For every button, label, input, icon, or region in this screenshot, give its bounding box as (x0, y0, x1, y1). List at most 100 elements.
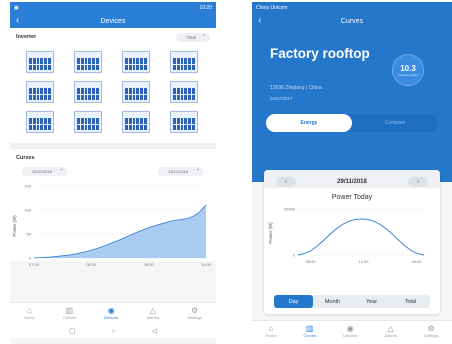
chart-icon: ▥ (305, 324, 314, 333)
home-icon: ⌂ (27, 306, 32, 315)
x-tick-label: 16:00 (411, 259, 422, 264)
y-tick-label: 50 (27, 232, 32, 237)
gear-icon: ⚙ (427, 324, 435, 333)
energy-compare-toggle: Energy Compare (266, 114, 438, 132)
nav-label: Settings (423, 333, 439, 338)
solar-panel-tile[interactable] (170, 81, 198, 103)
y-tick-label: 0 (29, 256, 32, 261)
solar-panel-tile[interactable] (122, 81, 150, 103)
gear-icon: ⚙ (191, 306, 199, 315)
home-circle-icon[interactable]: ○ (112, 328, 116, 335)
solar-panel-tile[interactable] (122, 51, 150, 73)
solar-panel-tile[interactable] (122, 111, 150, 133)
plant-address: 12696 Zhejiang | China (270, 85, 322, 91)
panel-cells (29, 88, 51, 100)
y-axis-label: Power (W) (268, 222, 273, 244)
curves-title: Curves (16, 155, 35, 161)
bottom-nav: ⌂ Home ▥ Curves ◉ Devices △ Alarms ⚙ Settings (252, 320, 452, 344)
status-bar: China Unicom (252, 2, 452, 14)
page-title: Curves (340, 17, 364, 25)
status-bar: ▣ 10:20 (10, 2, 216, 14)
solar-panel-tile[interactable] (26, 111, 54, 133)
start-date-picker[interactable]: 11/20/2018 (22, 166, 68, 176)
y-tick-label: 100 (24, 208, 31, 213)
device-icon: ◉ (346, 324, 354, 333)
solar-panel-tile[interactable] (74, 51, 102, 73)
curves-section: Curves 11/20/2018 11/21/2018 Power (W) 15… (10, 149, 216, 267)
nav-item-alarms[interactable]: △ Alarms (384, 324, 396, 344)
devices-screen: ▣ 10:20 ‹ Devices Inverter Total Curves … (10, 2, 216, 344)
solar-panel-tile[interactable] (26, 81, 54, 103)
section-title: Inverter (16, 34, 37, 40)
nav-label: Settings (187, 315, 202, 320)
power-today-chart: Power (W) 20000 0 08:00 12:00 16:00 (268, 207, 425, 264)
nav-label: Home (24, 315, 35, 320)
panel-cells (173, 118, 195, 130)
nav-item-alarms[interactable]: △ Alarms (147, 306, 159, 324)
nav-item-settings[interactable]: ⚙ Settings (424, 324, 438, 344)
nav-item-curves[interactable]: ▥ Curves (63, 306, 76, 324)
panel-cells (173, 58, 195, 70)
tab-total[interactable]: Total (391, 295, 430, 308)
power-chart: Power (W) 150 100 50 007:00 08:00 09:00 10:00 (12, 184, 212, 268)
nav-label: Curves (303, 333, 316, 338)
panel-cells (125, 58, 147, 70)
nav-label: Home (265, 333, 277, 338)
plant-date: 04/27/2017 (270, 96, 293, 101)
back-triangle-icon[interactable]: ◁ (152, 327, 157, 335)
energy-tab[interactable]: Energy (266, 114, 352, 132)
tab-month[interactable]: Month (313, 295, 352, 308)
nav-label: Alarms (146, 315, 160, 320)
nav-item-home[interactable]: ⌂ Home (266, 324, 277, 344)
x-tick-label: 09:00 (144, 262, 155, 267)
filter-dropdown[interactable]: Total (176, 32, 210, 42)
solar-panel-tile[interactable] (74, 81, 102, 103)
nav-item-devices[interactable]: ◉ Devices (343, 324, 357, 344)
y-tick-label: 20000 (284, 207, 296, 212)
chart-title: Power Today (331, 194, 373, 201)
selected-date: 29/11/2018 (337, 178, 367, 185)
alarm-icon: △ (149, 306, 156, 315)
y-tick-label: 150 (24, 184, 31, 189)
nav-item-devices[interactable]: ◉ Devices (104, 306, 118, 324)
series-line (297, 218, 425, 256)
compare-tab[interactable]: Compare (352, 114, 438, 132)
recent-apps-icon[interactable]: ▢ (69, 327, 76, 335)
carrier-label: China Unicom (256, 5, 288, 11)
x-tick-label: 08:00 (86, 262, 97, 267)
notification-icon: ▣ (14, 5, 19, 11)
prev-date-button[interactable]: ‹ (276, 176, 296, 187)
solar-panel-tile[interactable] (74, 111, 102, 133)
nav-label: Devices (343, 333, 358, 338)
nav-item-curves[interactable]: ▥ Curves (303, 324, 316, 344)
solar-panel-tile[interactable] (170, 51, 198, 73)
nav-label: Curves (63, 315, 76, 320)
nav-item-settings[interactable]: ⚙ Settings (187, 306, 201, 324)
back-arrow-icon[interactable]: ‹ (16, 15, 19, 27)
panel-cells (29, 58, 51, 70)
page-title: Devices (100, 17, 126, 25)
app-header: ‹ Devices (10, 14, 216, 28)
nav-item-home[interactable]: ⌂ Home (24, 306, 35, 324)
solar-panel-tile[interactable] (170, 111, 198, 133)
solar-panel-tile[interactable] (26, 51, 54, 73)
system-nav: ▢ ○ ◁ (10, 324, 216, 338)
series-area (34, 205, 206, 258)
panel-cells (29, 118, 51, 130)
panel-cells (125, 118, 147, 130)
y-axis-label: Power (W) (12, 215, 17, 237)
plant-summary: Factory rooftop 12696 Zhejiang | China 0… (252, 28, 452, 182)
panel-cells (77, 118, 99, 130)
panel-cells (173, 88, 195, 100)
back-arrow-icon[interactable]: ‹ (258, 15, 261, 27)
capacity-label: Capacity(kWp) (398, 72, 418, 77)
devices-section: Inverter Total (10, 28, 216, 143)
y-tick-label: 0 (293, 253, 296, 258)
end-date-picker[interactable]: 11/21/2018 (158, 166, 204, 176)
capacity-badge: 10.3 Capacity(kWp) (392, 54, 424, 86)
tab-day[interactable]: Day (274, 295, 313, 308)
tab-year[interactable]: Year (352, 295, 391, 308)
capacity-value: 10.3 (400, 63, 416, 73)
next-date-button[interactable]: › (407, 176, 428, 187)
nav-label: Devices (104, 315, 119, 320)
